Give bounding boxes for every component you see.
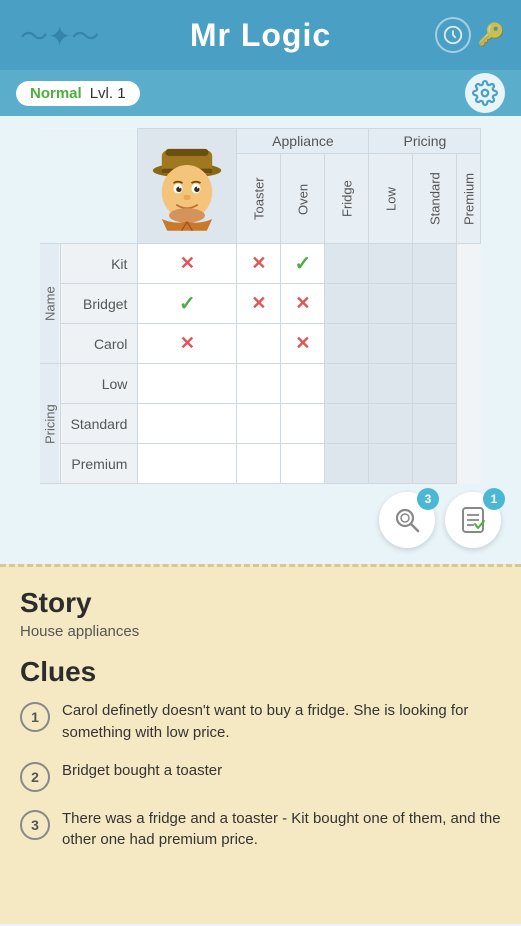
- character-avatar: [138, 129, 237, 244]
- cell-bridget-oven[interactable]: ✕: [237, 284, 281, 324]
- puzzle-grid: Appliance Pricing Toaster Oven Fridge Lo…: [40, 128, 482, 484]
- col-fridge: Fridge: [325, 154, 369, 244]
- puzzle-area: Appliance Pricing Toaster Oven Fridge Lo…: [0, 116, 521, 564]
- checklist-button[interactable]: 1: [445, 492, 501, 548]
- table-row: Carol ✕ ✕: [40, 324, 481, 364]
- table-row: Standard: [40, 404, 481, 444]
- cell-low-fridge[interactable]: [281, 364, 325, 404]
- table-row: Premium: [40, 444, 481, 484]
- clues-button[interactable]: 3: [379, 492, 435, 548]
- cell-kit-oven[interactable]: ✕: [237, 244, 281, 284]
- cell-carol-standard[interactable]: [369, 324, 413, 364]
- cell-bridget-standard[interactable]: [369, 284, 413, 324]
- clue-text-1: Carol definetly doesn't want to buy a fr…: [62, 700, 501, 744]
- appliance-group-header: Appliance: [237, 129, 369, 154]
- clue-item-3: 3 There was a fridge and a toaster - Kit…: [20, 808, 501, 852]
- cell-standard-oven[interactable]: [237, 404, 281, 444]
- cell-low-standard: [369, 364, 413, 404]
- cell-low-premium: [413, 364, 457, 404]
- cell-low-toaster[interactable]: [138, 364, 237, 404]
- clue-text-3: There was a fridge and a toaster - Kit b…: [62, 808, 501, 852]
- pricing-group-label: Pricing: [40, 364, 60, 484]
- table-row: Name Kit ✕ ✕ ✓: [40, 244, 481, 284]
- key-icon: 🔑: [478, 22, 505, 48]
- cell-kit-toaster[interactable]: ✕: [138, 244, 237, 284]
- cell-bridget-premium[interactable]: [413, 284, 457, 324]
- cell-kit-premium[interactable]: [413, 244, 457, 284]
- clue-text-2: Bridget bought a toaster: [62, 760, 222, 782]
- col-premium: Premium: [457, 154, 481, 244]
- cell-standard-low: [325, 404, 369, 444]
- app-header: 〜✦〜 Mr Logic 🔑: [0, 0, 521, 70]
- col-toaster: Toaster: [237, 154, 281, 244]
- row-price-standard: Standard: [60, 404, 138, 444]
- cell-premium-premium: [413, 444, 457, 484]
- row-kit: Kit: [60, 244, 138, 284]
- col-low: Low: [369, 154, 413, 244]
- cell-standard-toaster[interactable]: [138, 404, 237, 444]
- settings-button[interactable]: [465, 73, 505, 113]
- cell-standard-fridge[interactable]: [281, 404, 325, 444]
- cell-standard-premium: [413, 404, 457, 444]
- row-price-premium: Premium: [60, 444, 138, 484]
- cell-low-oven[interactable]: [237, 364, 281, 404]
- difficulty-label: Normal: [30, 85, 82, 102]
- cell-carol-fridge[interactable]: ✕: [281, 324, 325, 364]
- row-price-low: Low: [60, 364, 138, 404]
- app-title: Mr Logic: [190, 17, 331, 54]
- cell-kit-standard[interactable]: [369, 244, 413, 284]
- clues-badge: 3: [417, 488, 439, 510]
- cell-carol-toaster[interactable]: ✕: [138, 324, 237, 364]
- col-standard: Standard: [413, 154, 457, 244]
- clue-number-3: 3: [20, 810, 50, 840]
- grid-wrapper: Appliance Pricing Toaster Oven Fridge Lo…: [16, 128, 505, 484]
- cell-bridget-low[interactable]: [325, 284, 369, 324]
- cell-standard-standard: [369, 404, 413, 444]
- action-buttons: 3 1: [16, 492, 505, 548]
- cell-premium-oven[interactable]: [237, 444, 281, 484]
- story-title: Story: [20, 587, 501, 619]
- cell-low-low: [325, 364, 369, 404]
- row-carol: Carol: [60, 324, 138, 364]
- name-group-label: Name: [40, 244, 60, 364]
- clue-number-2: 2: [20, 762, 50, 792]
- cell-premium-toaster[interactable]: [138, 444, 237, 484]
- table-row: Pricing Low: [40, 364, 481, 404]
- story-subtitle: House appliances: [20, 623, 501, 640]
- clues-title: Clues: [20, 656, 501, 688]
- clock-icon[interactable]: [435, 17, 471, 53]
- cell-kit-low[interactable]: [325, 244, 369, 284]
- cell-premium-standard: [369, 444, 413, 484]
- col-oven: Oven: [281, 154, 325, 244]
- cell-carol-low[interactable]: [325, 324, 369, 364]
- clue-item-1: 1 Carol definetly doesn't want to buy a …: [20, 700, 501, 744]
- story-section: Story House appliances Clues 1 Carol def…: [0, 564, 521, 924]
- level-label: Lvl. 1: [90, 85, 126, 102]
- cell-bridget-toaster[interactable]: ✓: [138, 284, 237, 324]
- cell-premium-fridge[interactable]: [281, 444, 325, 484]
- cell-premium-low: [325, 444, 369, 484]
- cell-bridget-fridge[interactable]: ✕: [281, 284, 325, 324]
- table-row: Bridget ✓ ✕ ✕: [40, 284, 481, 324]
- wings-icon: 〜✦〜: [20, 15, 99, 55]
- level-badge[interactable]: Normal Lvl. 1: [16, 81, 140, 106]
- row-bridget: Bridget: [60, 284, 138, 324]
- cell-carol-oven[interactable]: [237, 324, 281, 364]
- nav-bar: Normal Lvl. 1: [0, 70, 521, 116]
- cell-carol-premium[interactable]: [413, 324, 457, 364]
- clue-item-2: 2 Bridget bought a toaster: [20, 760, 501, 792]
- checklist-badge: 1: [483, 488, 505, 510]
- pricing-group-header: Pricing: [369, 129, 481, 154]
- clue-number-1: 1: [20, 702, 50, 732]
- cell-kit-fridge[interactable]: ✓: [281, 244, 325, 284]
